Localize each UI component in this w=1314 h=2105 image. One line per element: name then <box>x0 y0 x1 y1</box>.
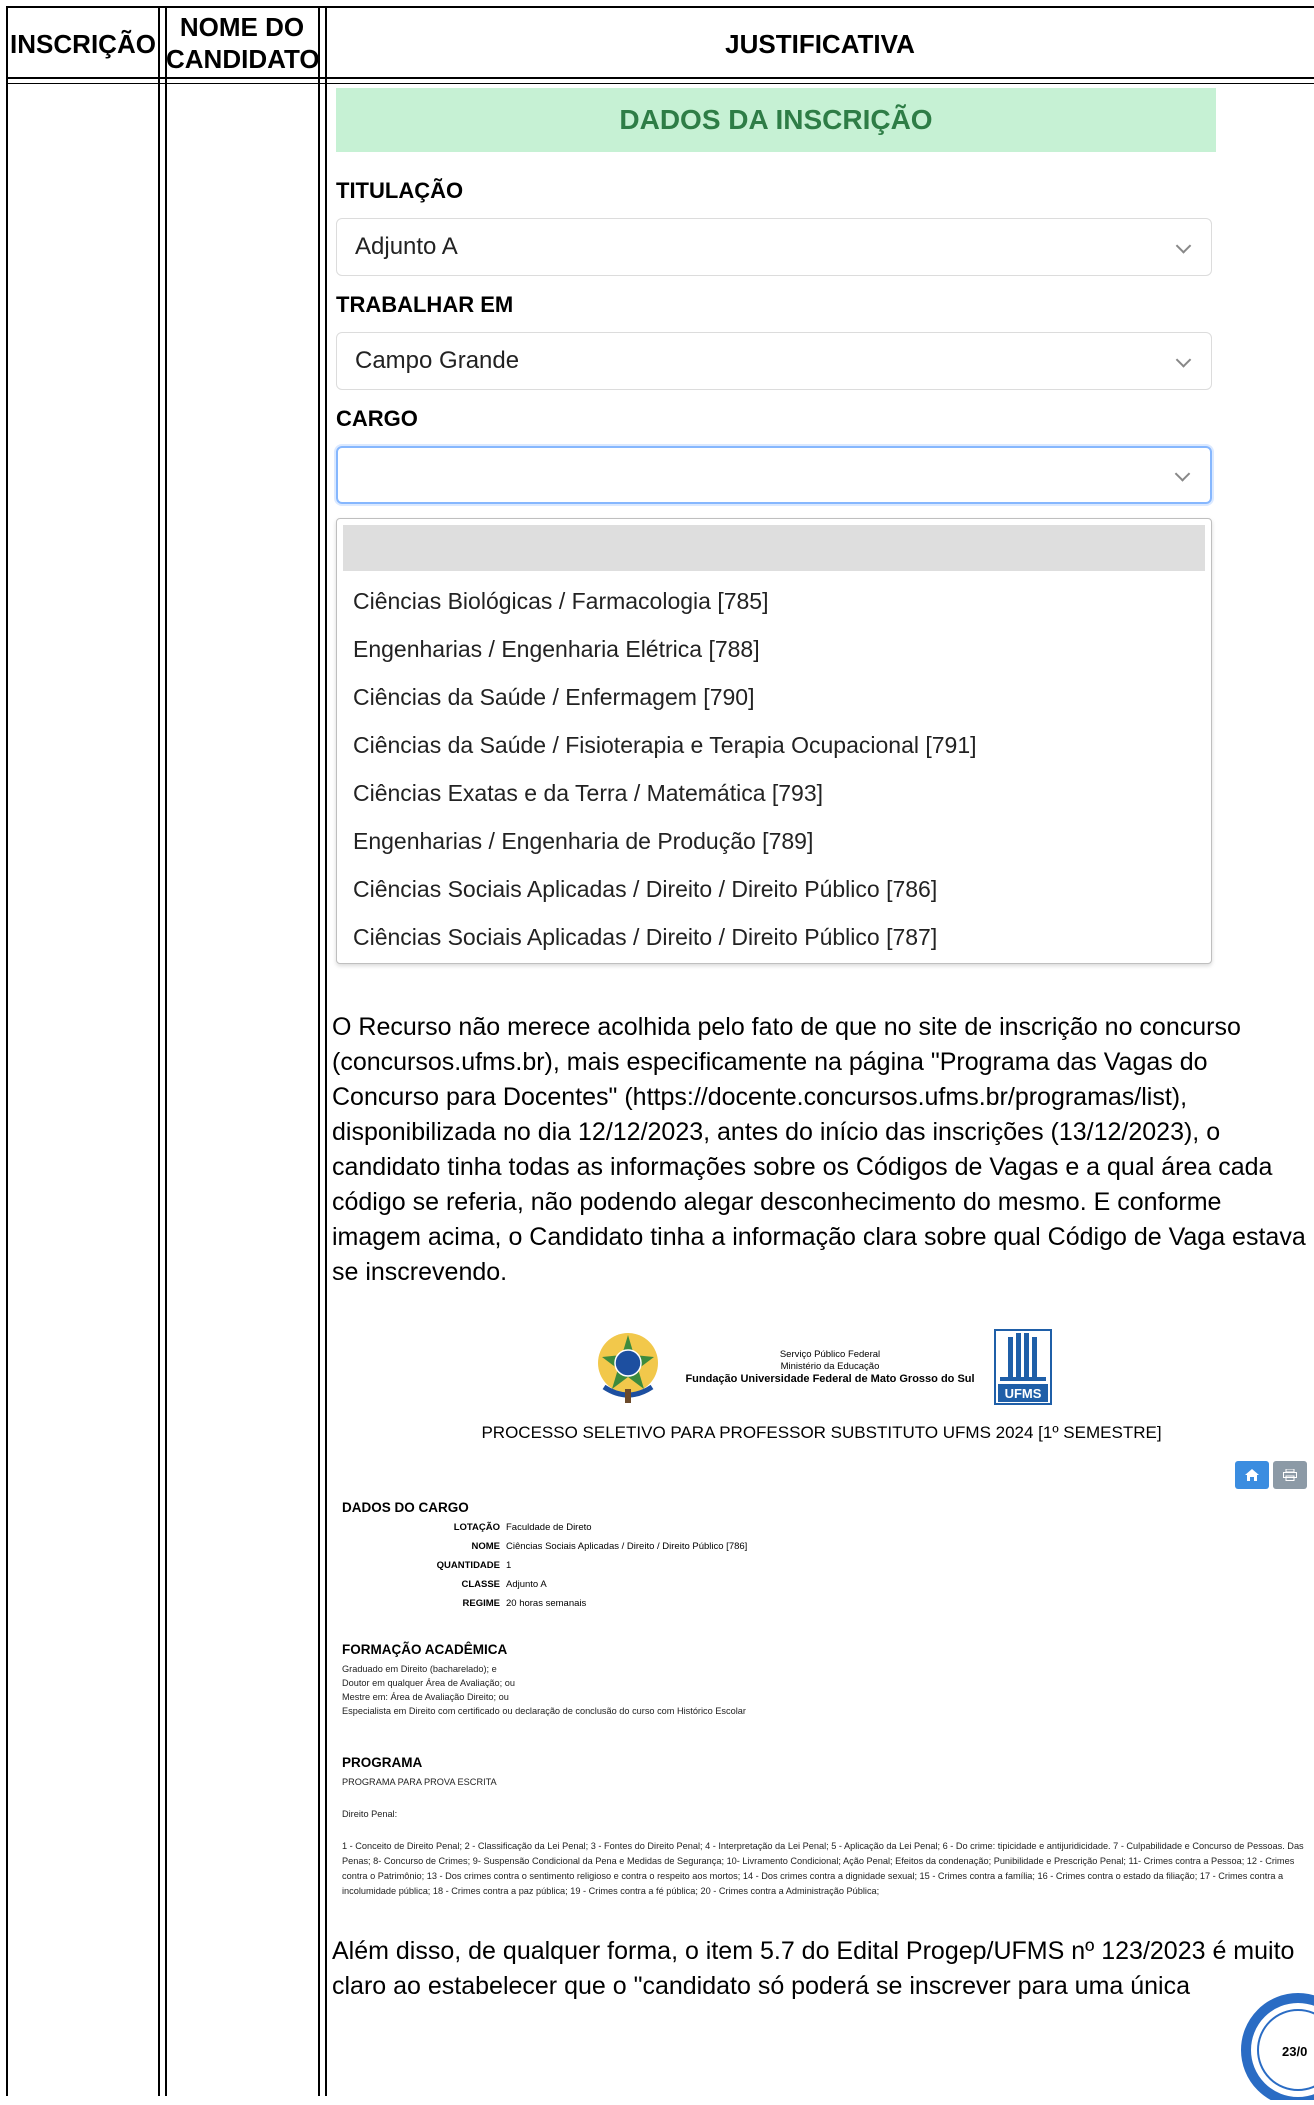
field-key: NOME <box>471 1541 501 1552</box>
formacao-list: Graduado em Direito (bacharelado); e Dou… <box>342 1662 746 1718</box>
formacao-item: Doutor em qualquer Área de Avaliação; ou <box>342 1678 515 1688</box>
table-border-left <box>6 6 8 2096</box>
dropdown-option-blank[interactable] <box>343 525 1205 571</box>
chevron-down-icon <box>1174 466 1191 482</box>
field-row: CLASSE Adjunto A <box>342 1575 747 1594</box>
print-button[interactable] <box>1273 1461 1307 1489</box>
programa-text: 1 - Conceito de Direito Penal; 2 - Class… <box>342 1841 1304 1896</box>
dropdown-option[interactable]: Ciências Biológicas / Farmacologia [785] <box>337 577 1211 625</box>
programa-heading: PROGRAMA <box>342 1755 423 1770</box>
dropdown-option[interactable]: Engenharias / Engenharia de Produção [78… <box>337 817 1211 865</box>
chevron-down-icon <box>1175 238 1192 254</box>
process-title: PROCESSO SELETIVO PARA PROFESSOR SUBSTIT… <box>481 1423 1162 1442</box>
formacao-item: Mestre em: Área de Avaliação Direito; ou <box>342 1692 509 1702</box>
table-header-divider-2 <box>6 83 1314 84</box>
header-inscricao: INSCRIÇÃO <box>10 29 156 59</box>
table-border-col1b <box>165 6 167 2096</box>
registration-form-screenshot: DADOS DA INSCRIÇÃO TITULAÇÃO Adjunto A T… <box>336 88 1216 504</box>
header-justificativa: JUSTIFICATIVA <box>725 29 915 59</box>
header-nome-line1: NOME DO <box>179 12 305 42</box>
trabalhar-label: TRABALHAR EM <box>336 292 514 317</box>
seal-date: 23/0 <box>1282 2044 1307 2059</box>
field-row: QUANTIDADE 1 <box>342 1556 747 1575</box>
table-header-divider <box>6 77 1314 79</box>
table-border-col1 <box>158 6 160 2096</box>
field-value: 20 horas semanais <box>506 1598 587 1609</box>
additional-text: Além disso, de qualquer forma, o item 5.… <box>332 1937 1295 2000</box>
home-button[interactable] <box>1235 1461 1269 1489</box>
gov-line1: Serviço Público Federal <box>779 1349 881 1360</box>
ufms-logo-text: UFMS <box>1005 1386 1042 1401</box>
program-page-screenshot: Serviço Público Federal Ministério da Ed… <box>334 1325 1309 1925</box>
justification-text: O Recurso não merece acolhida pelo fato … <box>332 1013 1306 1286</box>
formacao-item: Graduado em Direito (bacharelado); e <box>342 1664 497 1674</box>
header-nome-line2: CANDIDATO <box>166 44 320 74</box>
dados-cargo-heading: DADOS DO CARGO <box>342 1500 469 1515</box>
chevron-down-icon <box>1175 352 1192 368</box>
coat-of-arms-icon <box>592 1327 664 1407</box>
dropdown-option[interactable]: Ciências Sociais Aplicadas / Direito / D… <box>337 865 1211 913</box>
field-value: 1 <box>506 1560 512 1571</box>
titulacao-value: Adjunto A <box>355 233 458 260</box>
gov-text: Serviço Público Federal Ministério da Ed… <box>670 1349 990 1385</box>
formacao-item: Especialista em Direito com certificado … <box>342 1706 746 1716</box>
field-key: QUANTIDADE <box>436 1560 500 1571</box>
field-value: Ciências Sociais Aplicadas / Direito / D… <box>506 1541 748 1552</box>
cargo-fields: LOTAÇÃO Faculdade de Direto NOME Ciências … <box>342 1518 748 1613</box>
field-key: LOTAÇÃO <box>453 1522 500 1533</box>
action-buttons <box>1235 1461 1307 1489</box>
header-nome: NOME DO CANDIDATO <box>166 11 320 75</box>
cargo-label: CARGO <box>336 406 418 431</box>
trabalhar-select[interactable]: Campo Grande <box>336 332 1212 390</box>
cargo-dropdown-list: Ciências Biológicas / Farmacologia [785]… <box>336 518 1212 964</box>
titulacao-select[interactable]: Adjunto A <box>336 218 1212 276</box>
gov-line2: Ministério da Educação <box>780 1361 880 1372</box>
dropdown-option[interactable]: Ciências da Saúde / Enfermagem [790] <box>337 673 1211 721</box>
trabalhar-value: Campo Grande <box>355 347 520 374</box>
print-icon <box>1283 1469 1297 1481</box>
table-border-col2 <box>318 6 320 2096</box>
dropdown-option[interactable]: Ciências da Saúde / Fisioterapia e Terap… <box>337 721 1211 769</box>
table-border-col2b <box>325 6 327 2096</box>
dropdown-option[interactable]: Engenharias / Engenharia Elétrica [788] <box>337 625 1211 673</box>
field-row: LOTAÇÃO Faculdade de Direto <box>342 1518 747 1537</box>
cargo-select[interactable] <box>336 446 1212 504</box>
dropdown-option[interactable]: Ciências Sociais Aplicadas / Direito / D… <box>337 913 1211 961</box>
programa-area: Direito Penal: <box>342 1809 398 1819</box>
page: INSCRIÇÃO NOME DO CANDIDATO JUSTIFICATIV… <box>0 0 1314 2105</box>
field-key: CLASSE <box>461 1579 500 1590</box>
gov-line3: Fundação Universidade Federal de Mato Gr… <box>685 1373 975 1385</box>
field-row: REGIME 20 horas semanais <box>342 1594 747 1613</box>
gov-header: Serviço Público Federal Ministério da Ed… <box>592 1327 1052 1407</box>
programa-sub: PROGRAMA PARA PROVA ESCRITA <box>342 1777 497 1787</box>
titulacao-label: TITULAÇÃO <box>336 178 464 203</box>
field-key: REGIME <box>462 1598 500 1609</box>
dropdown-option[interactable]: Ciências Exatas e da Terra / Matemática … <box>337 769 1211 817</box>
formacao-heading: FORMAÇÃO ACADÊMICA <box>342 1642 508 1657</box>
form-banner: DADOS DA INSCRIÇÃO <box>336 88 1216 152</box>
field-value: Adjunto A <box>506 1579 547 1590</box>
home-icon <box>1245 1469 1259 1481</box>
seal-stamp-icon: 23/0 <box>1238 1990 1314 2105</box>
field-row: NOME Ciências Sociais Aplicadas / Direito… <box>342 1537 748 1556</box>
table-border-top <box>6 6 1314 8</box>
field-value: Faculdade de Direto <box>506 1522 592 1533</box>
ufms-logo-icon: UFMS <box>994 1329 1052 1405</box>
